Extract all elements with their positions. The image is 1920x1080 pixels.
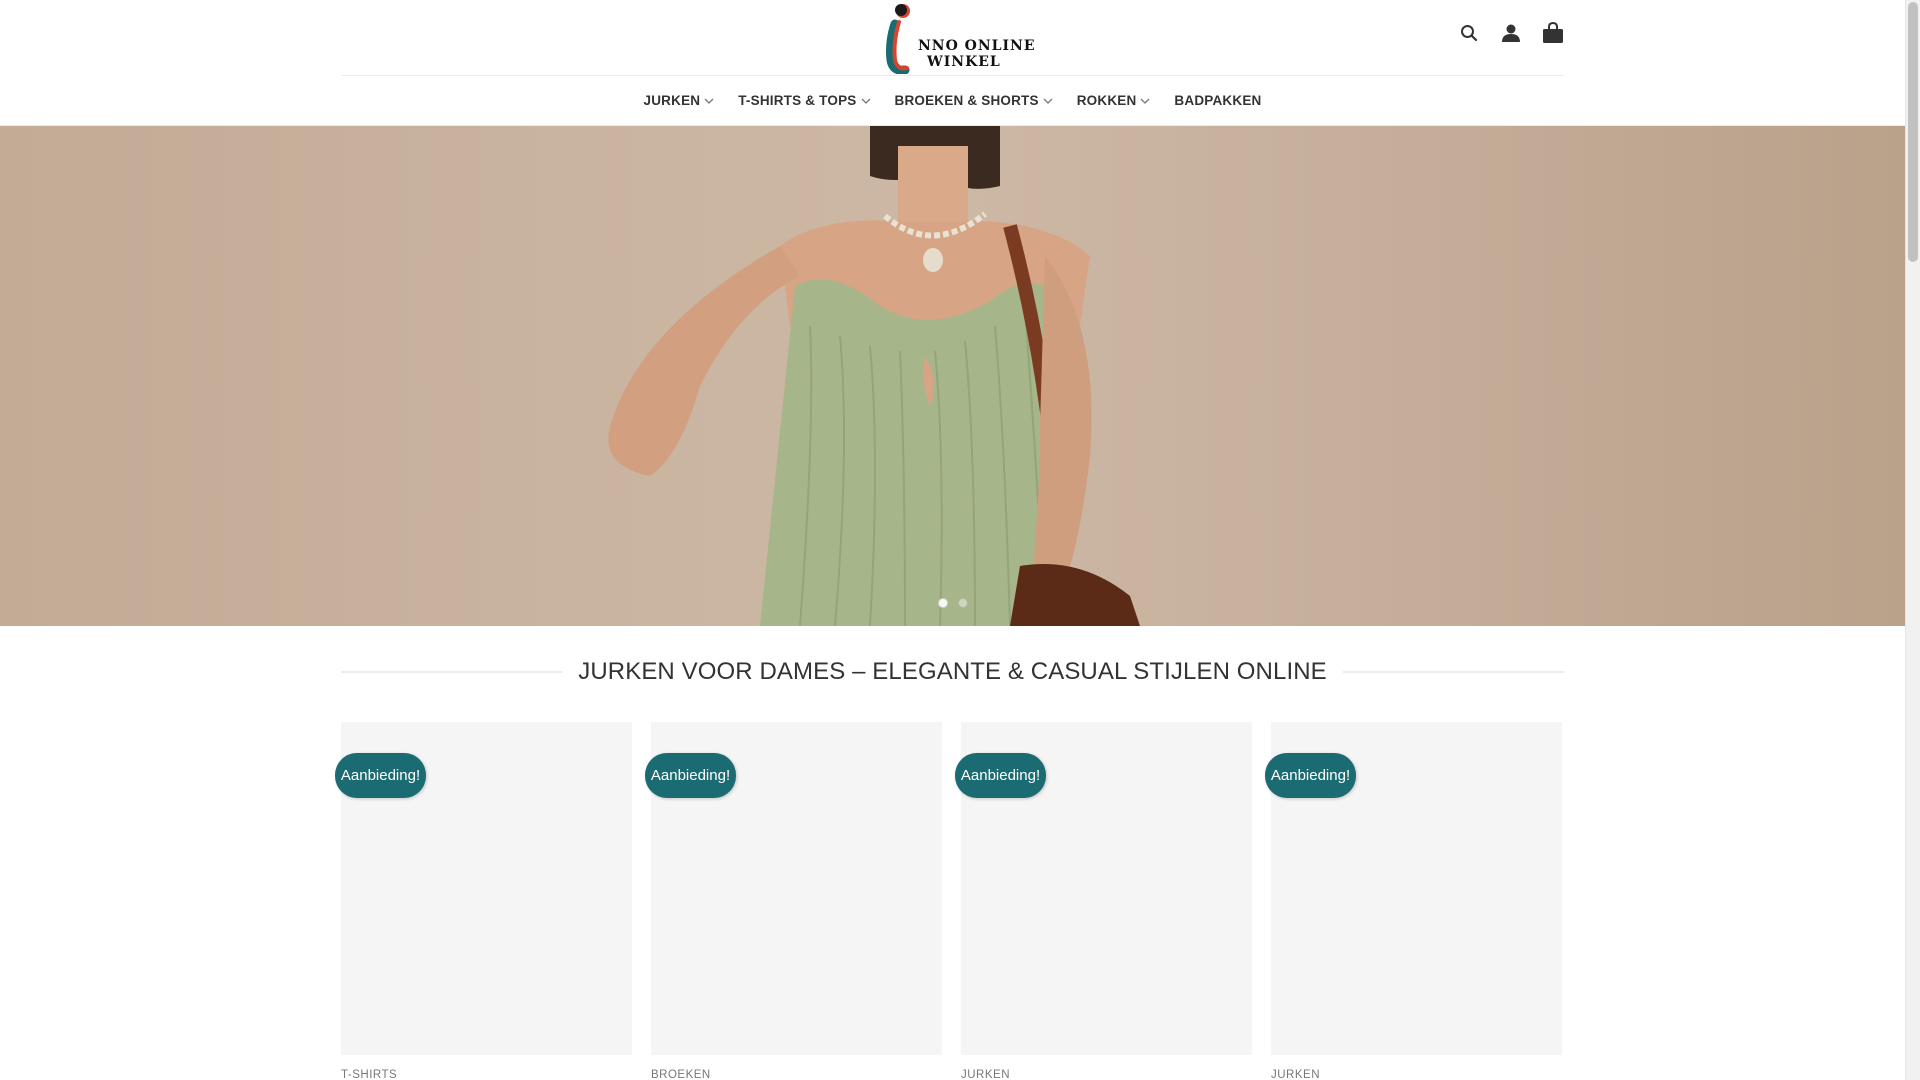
product-card[interactable]: Aanbieding! BROEKEN	[645, 722, 942, 1080]
product-category[interactable]: JURKEN	[1271, 1069, 1562, 1080]
nav-item-rokken[interactable]: ROKKEN	[1074, 93, 1154, 108]
header: NNO ONLINE WINKEL	[341, 0, 1564, 76]
nav-item-label: T-SHIRTS & TOPS	[738, 93, 857, 108]
hero-slider[interactable]	[0, 126, 1905, 626]
product-card[interactable]: Aanbieding! T-SHIRTS	[335, 722, 632, 1080]
chevron-down-icon	[861, 98, 870, 104]
sale-badge: Aanbieding!	[955, 753, 1046, 798]
cart-icon[interactable]	[1542, 22, 1564, 44]
sale-badge: Aanbieding!	[1265, 753, 1356, 798]
search-icon[interactable]	[1458, 22, 1480, 44]
divider	[1342, 671, 1564, 673]
slider-dot-2[interactable]	[957, 598, 968, 608]
product-card[interactable]: Aanbieding! JURKEN	[955, 722, 1252, 1080]
nav-item-label: BADPAKKEN	[1174, 93, 1262, 108]
product-category[interactable]: JURKEN	[961, 1069, 1252, 1080]
scrollbar[interactable]	[1905, 0, 1920, 1080]
product-grid: Aanbieding! T-SHIRTS Aanbieding! BROEKEN…	[335, 722, 1564, 1080]
logo-line-2: WINKEL	[927, 54, 1001, 70]
section-title: JURKEN VOOR DAMES – ELEGANTE & CASUAL ST…	[578, 658, 1327, 685]
site-logo[interactable]: NNO ONLINE WINKEL	[881, 2, 1035, 75]
product-category[interactable]: BROEKEN	[651, 1069, 942, 1080]
slider-dots	[937, 598, 968, 608]
nav-item-jurken[interactable]: JURKEN	[641, 93, 718, 108]
chevron-down-icon	[1140, 98, 1150, 104]
main-nav: JURKEN T-SHIRTS & TOPS BROEKEN & SHORTS …	[0, 76, 1905, 126]
divider	[341, 671, 563, 673]
scrollbar-thumb[interactable]	[1908, 2, 1918, 262]
sale-badge: Aanbieding!	[335, 753, 426, 798]
logo-line-1: NNO ONLINE	[918, 38, 1036, 54]
account-icon[interactable]	[1500, 22, 1522, 44]
chevron-down-icon	[704, 98, 714, 104]
header-actions	[1458, 22, 1564, 44]
slider-dot-1[interactable]	[937, 598, 948, 608]
section-heading: JURKEN VOOR DAMES – ELEGANTE & CASUAL ST…	[341, 652, 1564, 692]
nav-item-tshirts-tops[interactable]: T-SHIRTS & TOPS	[735, 93, 873, 108]
sale-badge: Aanbieding!	[645, 753, 736, 798]
nav-item-badpakken[interactable]: BADPAKKEN	[1171, 93, 1264, 108]
chevron-down-icon	[1043, 98, 1053, 104]
page: NNO ONLINE WINKEL JURKEN T-SHIRTS & TOPS…	[0, 0, 1905, 1080]
product-category[interactable]: T-SHIRTS	[341, 1069, 632, 1080]
nav-item-label: ROKKEN	[1076, 93, 1137, 108]
hero-image	[608, 126, 1140, 626]
nav-item-label: JURKEN	[643, 93, 701, 108]
nav-item-broeken-shorts[interactable]: BROEKEN & SHORTS	[892, 93, 1056, 108]
nav-item-label: BROEKEN & SHORTS	[894, 93, 1039, 108]
product-card[interactable]: Aanbieding! JURKEN	[1265, 722, 1562, 1080]
